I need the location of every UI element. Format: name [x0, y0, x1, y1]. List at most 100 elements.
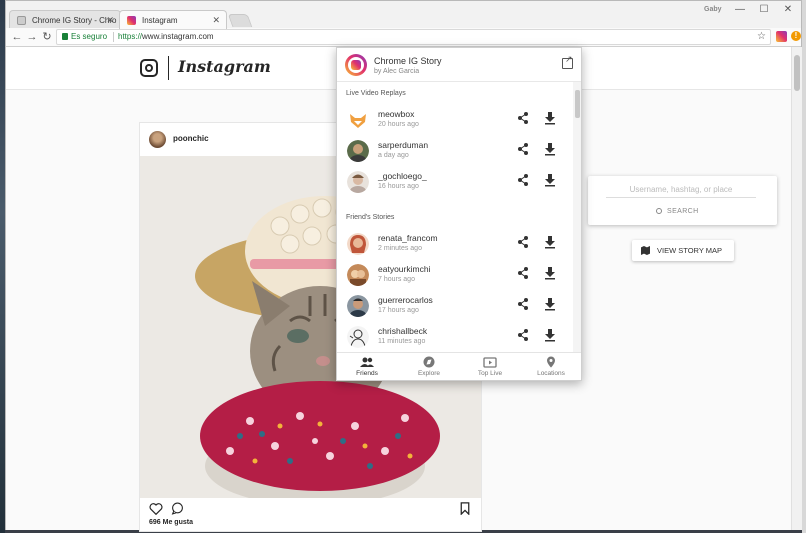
bookmark-icon[interactable] [460, 502, 470, 515]
tab-label: Friends [356, 370, 378, 377]
tab-instagram[interactable]: Instagram ✕ [119, 10, 227, 29]
username: meowbox [378, 109, 415, 119]
tab-label: Top Live [477, 370, 503, 377]
location-pin-icon [547, 356, 555, 368]
section-heading-friends: Friend's Stories [346, 214, 395, 221]
download-icon[interactable] [544, 142, 556, 156]
warning-extension-icon[interactable]: ! [791, 31, 801, 41]
download-icon[interactable] [544, 266, 556, 280]
maximize-button[interactable]: ☐ [754, 4, 774, 15]
timestamp: 7 hours ago [378, 276, 415, 283]
list-item[interactable]: renata_francom 2 minutes ago [337, 229, 573, 260]
share-icon[interactable] [517, 173, 529, 187]
avatar [347, 140, 369, 162]
lock-icon [62, 33, 68, 40]
comment-icon[interactable] [171, 502, 184, 515]
timestamp: 11 minutes ago [378, 338, 426, 345]
list-item[interactable]: sarperduman a day ago [337, 136, 573, 167]
list-item[interactable]: eatyourkimchi 7 hours ago [337, 260, 573, 291]
view-story-map-label: VIEW STORY MAP [657, 246, 723, 255]
section-heading-live: Live Video Replays [346, 90, 406, 97]
tab-chrome-ig-story[interactable]: Chrome IG Story - Chro ✕ [9, 10, 121, 29]
username: guerrerocarlos [378, 295, 433, 305]
search-icon [656, 208, 662, 214]
tab-title: Chrome IG Story - Chro [32, 16, 117, 25]
timestamp: 17 hours ago [378, 307, 419, 314]
download-icon[interactable] [544, 173, 556, 187]
instagram-camera-icon[interactable] [140, 59, 158, 77]
avatar [347, 264, 369, 286]
instagram-favicon-icon [127, 16, 136, 25]
open-external-icon[interactable] [562, 54, 573, 69]
back-button[interactable]: ← [10, 29, 24, 45]
tab-close-icon[interactable]: ✕ [212, 11, 220, 29]
share-icon[interactable] [517, 142, 529, 156]
avatar [347, 171, 369, 193]
timestamp: a day ago [378, 152, 409, 159]
security-label[interactable]: Es seguro [71, 30, 107, 44]
search-button-label: SEARCH [667, 208, 699, 215]
list-item[interactable]: chrishallbeck 11 minutes ago [337, 322, 573, 352]
tab-title: Instagram [142, 16, 178, 25]
tab-label: Explore [417, 370, 441, 377]
close-window-button[interactable]: ✕ [778, 4, 798, 15]
download-icon[interactable] [544, 297, 556, 311]
list-item[interactable]: meowbox 20 hours ago [337, 105, 573, 136]
avatar [347, 109, 369, 131]
share-icon[interactable] [517, 297, 529, 311]
share-icon[interactable] [517, 328, 529, 342]
map-icon [641, 246, 650, 255]
url-text[interactable]: https://www.instagram.com [118, 30, 214, 44]
share-icon[interactable] [517, 266, 529, 280]
tab-locations[interactable]: Locations [521, 356, 581, 377]
popup-scrollbar-thumb[interactable] [575, 90, 580, 118]
reload-button[interactable]: ↻ [40, 29, 54, 45]
tab-friends[interactable]: Friends [337, 356, 397, 377]
popup-header: Chrome IG Story by Alec Garcia [337, 48, 581, 82]
timestamp: 20 hours ago [378, 121, 419, 128]
share-icon[interactable] [517, 235, 529, 249]
chrome-ig-story-popup: Chrome IG Story by Alec Garcia Live Vide… [336, 47, 582, 381]
view-story-map-button[interactable]: VIEW STORY MAP [632, 240, 734, 261]
post-actions [140, 500, 481, 520]
tab-favicon-icon [17, 16, 26, 25]
search-button[interactable]: SEARCH [656, 207, 699, 215]
tab-top-live[interactable]: Top Live [460, 356, 520, 377]
list-item[interactable]: _gochloego_ 16 hours ago [337, 167, 573, 198]
search-input[interactable] [606, 182, 756, 198]
tab-label: Locations [537, 370, 565, 377]
post-username[interactable]: poonchic [173, 134, 209, 143]
download-icon[interactable] [544, 111, 556, 125]
timestamp: 16 hours ago [378, 183, 419, 190]
browser-toolbar: ← → ↻ Es seguro https://www.instagram.co… [6, 28, 801, 47]
people-icon [360, 357, 374, 367]
share-icon[interactable] [517, 111, 529, 125]
minimize-button[interactable]: — [730, 4, 750, 15]
bookmark-star-icon[interactable]: ☆ [757, 30, 766, 44]
new-tab-button[interactable] [227, 14, 253, 27]
post-avatar[interactable] [149, 131, 166, 148]
download-icon[interactable] [544, 328, 556, 342]
avatar [347, 326, 369, 348]
url-separator [113, 32, 114, 42]
tab-close-icon[interactable]: ✕ [106, 11, 114, 29]
popup-scrollbar[interactable] [573, 82, 581, 352]
live-tv-icon [483, 357, 497, 368]
page-scrollbar[interactable] [791, 47, 802, 530]
address-bar[interactable]: Es seguro https://www.instagram.com ☆ [56, 29, 771, 45]
username: _gochloego_ [378, 171, 427, 181]
download-icon[interactable] [544, 235, 556, 249]
likes-count[interactable]: 696 Me gusta [149, 519, 193, 526]
forward-button[interactable]: → [25, 29, 39, 45]
instagram-wordmark[interactable]: Instagram [178, 57, 271, 76]
list-item[interactable]: guerrerocarlos 17 hours ago [337, 291, 573, 322]
heart-icon[interactable] [149, 502, 163, 515]
chrome-ig-story-logo-icon [345, 54, 367, 76]
username: sarperduman [378, 140, 429, 150]
timestamp: 2 minutes ago [378, 245, 422, 252]
tab-explore[interactable]: Explore [399, 356, 459, 377]
page-scrollbar-thumb[interactable] [794, 55, 800, 91]
story-list[interactable]: Live Video Replays meowbox 20 hours ago … [337, 82, 573, 352]
chrome-ig-story-extension-icon[interactable] [776, 31, 787, 42]
profile-badge[interactable]: Gaby [704, 6, 722, 13]
